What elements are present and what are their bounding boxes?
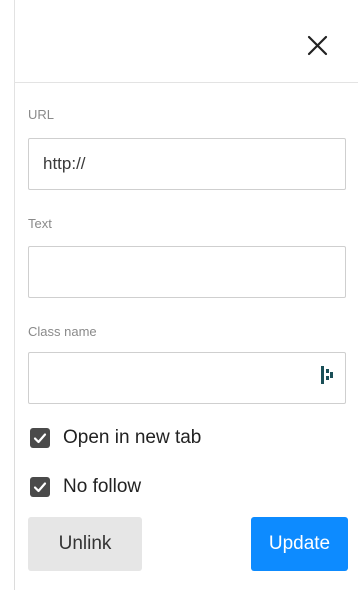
class-name-input[interactable] <box>28 352 346 404</box>
open-in-new-tab-option[interactable]: Open in new tab <box>30 426 201 450</box>
url-input[interactable] <box>28 138 346 190</box>
close-icon <box>307 35 328 56</box>
close-button[interactable] <box>303 31 333 61</box>
header-divider <box>14 82 358 83</box>
panel-border-lower <box>14 420 15 590</box>
open-in-new-tab-label: Open in new tab <box>63 427 202 448</box>
unlink-button[interactable]: Unlink <box>28 517 142 571</box>
checkmark-icon <box>33 482 47 493</box>
no-follow-checkbox[interactable] <box>30 477 50 497</box>
link-dialog: URL Text Class name Open in new tab No f… <box>0 0 358 590</box>
checkmark-icon <box>33 433 47 444</box>
text-label: Text <box>28 216 52 231</box>
text-input[interactable] <box>28 246 346 298</box>
panel-border <box>14 0 15 420</box>
bitwarden-icon[interactable] <box>320 365 334 385</box>
update-button[interactable]: Update <box>251 517 348 571</box>
class-name-label: Class name <box>28 324 97 339</box>
no-follow-option[interactable]: No follow <box>30 475 141 499</box>
open-in-new-tab-checkbox[interactable] <box>30 428 50 448</box>
url-label: URL <box>28 107 55 122</box>
no-follow-label: No follow <box>63 476 142 497</box>
